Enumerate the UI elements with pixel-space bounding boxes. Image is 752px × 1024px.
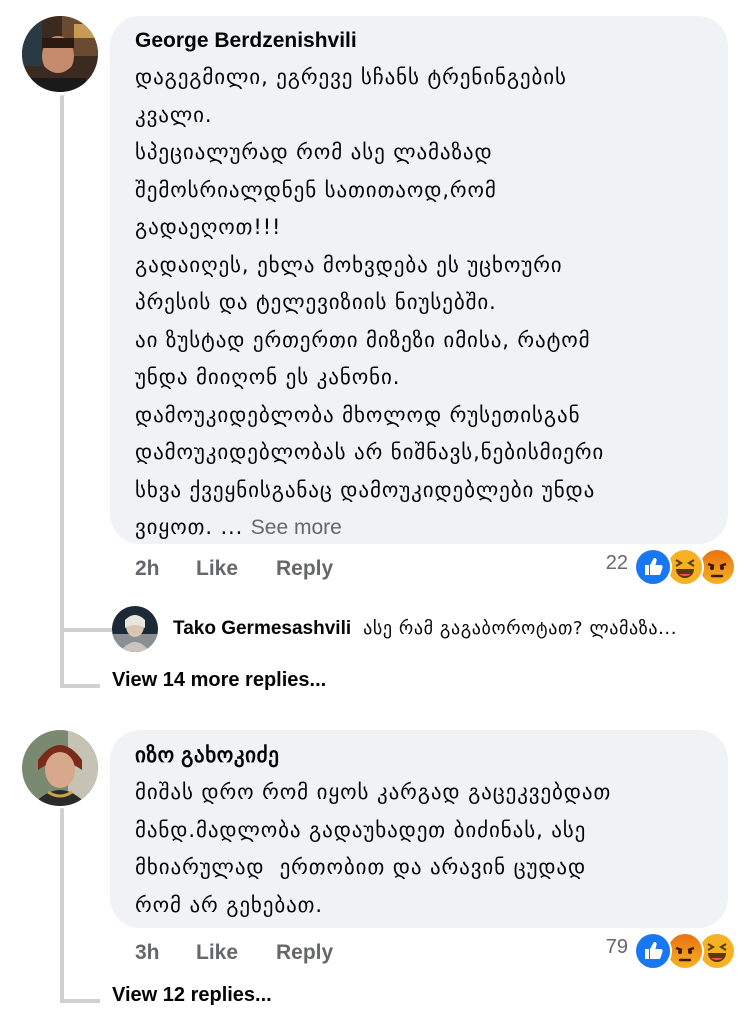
comment-line: დამოუკიდებლობას არ ნიშნავს,ნებისმიერი [135, 440, 605, 464]
view-more-replies[interactable]: View 14 more replies... [112, 669, 326, 692]
like-button[interactable]: Like [196, 941, 238, 965]
reactions-summary[interactable]: 22 [606, 548, 736, 586]
reply-button[interactable]: Reply [276, 941, 333, 965]
comment-line: პრესის და ტელევიზიის ნიუსებში. [135, 290, 497, 314]
comment-line: რომ არ გეხებათ. [135, 892, 323, 917]
thread-line [60, 95, 64, 687]
comment-bubble: იზო გახოკიძე მიშას დრო რომ იყოს კარგად გ… [110, 730, 728, 928]
thread-line [60, 808, 64, 1002]
comment-text: დაგეგმილი, ეგრევე სჩანს ტრენინგების კვალ… [135, 59, 708, 547]
comment-line: დამოუკიდებლობა მხოლოდ რუსეთისგან [135, 402, 581, 427]
reactions-summary[interactable]: 79 [606, 932, 736, 970]
avatar[interactable] [22, 16, 98, 92]
comment-line: მიშას დრო რომ იყოს კარგად გაცეკვებდათ [135, 780, 612, 804]
comment-line: გადაიღეს, ეხლა მოხვდება ეს უცხოური [135, 252, 563, 277]
comment-line: ვიყოთ. ... [135, 515, 244, 539]
comment-actions: 3h Like Reply [135, 941, 395, 967]
comment-time[interactable]: 2h [135, 557, 160, 581]
thread-connector [60, 628, 112, 632]
comment-bubble: George Berdzenishvili დაგეგმილი, ეგრევე … [110, 16, 728, 544]
comment-line: გადაეღოთ!!! [135, 215, 282, 239]
thread-connector [60, 684, 100, 688]
comment-line: შემოსრიალდნენ სათითაოდ,რომ [135, 177, 497, 202]
avatar-photo [22, 730, 98, 806]
comment-line: უნდა მიიღონ ეს კანონი. [135, 365, 401, 389]
reply-avatar[interactable] [112, 606, 158, 652]
comment-time[interactable]: 3h [135, 941, 160, 965]
avatar-photo [22, 16, 98, 92]
like-icon [634, 932, 672, 970]
avatar[interactable] [22, 730, 98, 806]
comment-line: მანდ.მადლობა გადაუხადეთ ბიძინას, ასე [135, 817, 587, 842]
like-button[interactable]: Like [196, 557, 238, 581]
comment-actions: 2h Like Reply [135, 557, 395, 583]
avatar-photo [112, 606, 158, 652]
comment-author[interactable]: იზო გახოკიძე [135, 743, 708, 768]
comment-line: სხვა ქვეყნისგანაც დამოუკიდებლები უნდა [135, 477, 596, 502]
reply-text: ასე რამ გაგაბოროტათ? ლამაზა... [363, 618, 678, 639]
comment-text: მიშას დრო რომ იყოს კარგად გაცეკვებდათ მა… [135, 774, 708, 924]
comment-line: კვალი. [135, 102, 213, 127]
reaction-count: 22 [605, 552, 628, 574]
thread-connector [60, 999, 100, 1003]
reply-preview[interactable]: Tako Germesashvili ასე რამ გაგაბოროტათ? ლ… [173, 618, 677, 640]
comment-line-last: ვიყოთ. ... See more [135, 509, 708, 547]
comment-line: დაგეგმილი, ეგრევე სჩანს ტრენინგების [135, 65, 567, 89]
comment-author[interactable]: George Berdzenishvili [135, 29, 708, 53]
reply-button[interactable]: Reply [276, 557, 333, 581]
comment-line: სპეციალურად რომ ასე ლამაზად [135, 140, 493, 164]
reaction-count: 79 [605, 936, 628, 958]
reply-author[interactable]: Tako Germesashvili [173, 618, 351, 639]
see-more-link[interactable]: See more [251, 516, 342, 539]
view-more-replies[interactable]: View 12 replies... [112, 984, 272, 1007]
comment-line: მხიარულად ერთობით და არავინ ცუდად [135, 855, 587, 879]
comment-line: აი ზუსტად ერთერთი მიზეზი იმისა, რატომ [135, 327, 591, 352]
like-icon [634, 548, 672, 586]
